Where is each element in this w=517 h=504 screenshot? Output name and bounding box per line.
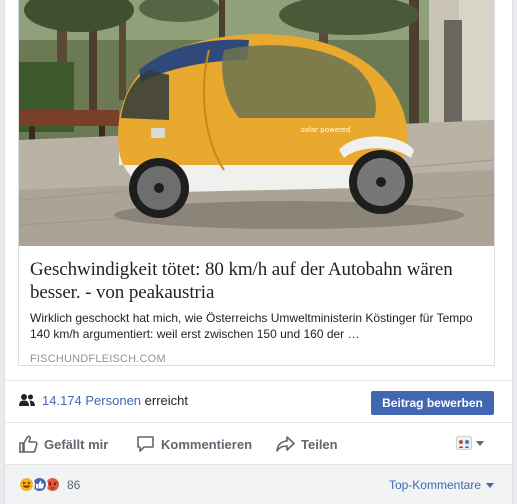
thumbs-up-icon [19, 435, 38, 453]
link-preview[interactable]: solar powered Geschwindigkeit tötet: 80 … [18, 0, 495, 366]
action-bar: Gefällt mir Kommentieren Teilen [5, 422, 512, 464]
vehicle-decal: solar powered [301, 126, 351, 134]
boost-post-button[interactable]: Beitrag bewerben [371, 391, 494, 415]
reactions-list[interactable]: 86 [18, 476, 80, 493]
share-button[interactable]: Teilen [276, 433, 338, 455]
haha-icon [18, 476, 35, 493]
reach-suffix: erreicht [144, 393, 189, 408]
share-arrow-icon [276, 436, 295, 452]
audience-selector[interactable] [456, 436, 484, 450]
reach-text: 14.174 Personen erreicht [42, 393, 188, 408]
reaction-count: 86 [67, 477, 81, 492]
post-card: solar powered Geschwindigkeit tötet: 80 … [4, 0, 513, 504]
people-icon [19, 394, 35, 406]
preview-image: solar powered [19, 0, 494, 246]
comment-button[interactable]: Kommentieren [136, 433, 252, 455]
link-domain: FISCHUNDFLEISCH.COM [30, 353, 166, 365]
reactions-summary: 86 Top-Kommentare [5, 464, 512, 504]
comment-sort-dropdown[interactable]: Top-Kommentare [389, 478, 494, 492]
share-label: Teilen [301, 436, 338, 452]
chevron-down-icon [486, 482, 494, 488]
comment-icon [137, 436, 154, 452]
chevron-down-icon [476, 440, 484, 446]
comment-label: Kommentieren [161, 436, 253, 452]
page-avatar-icon [456, 436, 472, 450]
reach-bar: 14.174 Personen erreicht Beitrag bewerbe… [5, 380, 512, 422]
comment-sort-label: Top-Kommentare [388, 478, 481, 492]
like-button[interactable]: Gefällt mir [19, 433, 108, 455]
like-label: Gefällt mir [44, 436, 109, 452]
link-description: Wirklich geschockt hat mich, wie Österre… [30, 311, 473, 341]
link-title[interactable]: Geschwindigkeit tötet: 80 km/h auf der A… [30, 258, 483, 304]
reach-count-link[interactable]: 14.174 Personen [42, 393, 141, 408]
